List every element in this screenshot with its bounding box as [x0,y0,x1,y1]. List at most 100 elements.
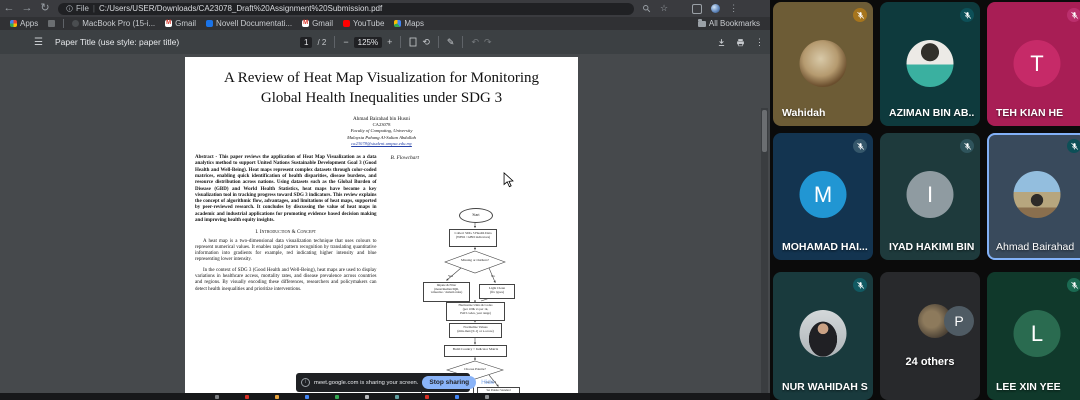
avatar: T [1014,40,1061,87]
mic-muted-icon [853,278,867,292]
youtube-favicon [343,20,350,27]
participant-tile-others[interactable]: P 24 others [880,272,980,400]
participant-tile-mohamad[interactable]: M MOHAMAD HAI... [773,133,873,260]
rotate-icon[interactable]: ⟲ [422,37,430,48]
pdf-menu-icon[interactable]: ☰ [34,37,43,48]
participant-tile-nur[interactable]: NUR WAHIDAH S... [773,272,873,400]
avatar [907,40,954,87]
pdf-toolbar: ☰ Paper Title (use style: paper title) 1… [0,30,770,54]
avatar [1014,171,1061,218]
pdf-more-icon[interactable]: ⋮ [755,37,764,48]
browser-toolbar: ← → ↻ File | C:/Users/USER/Downloads/CA2… [0,0,770,17]
others-count-label: 24 others [880,356,980,368]
participant-name: LEE XIN YEE [996,381,1061,393]
participant-name: AZIMAN BIN AB... [889,107,975,119]
avatar [800,310,847,357]
shared-screen: ← → ↻ File | C:/Users/USER/Downloads/CA2… [0,0,770,400]
flow-yes-label: Yes [448,274,453,278]
participant-tile-ahmad-active[interactable]: Ahmad Bairahad [987,133,1080,260]
zoom-level[interactable]: 125% [354,37,382,48]
author-block: Ahmad Bairahad bin Husni CA23078 Faculty… [185,116,578,147]
intro-paragraph-1: A heat map is a two-dimensional data vis… [195,239,377,264]
avatar: L [1014,310,1061,357]
print-icon[interactable] [736,38,745,47]
mic-muted-icon [1067,278,1080,292]
zoom-out-button[interactable]: − [343,37,348,47]
participant-name: MOHAMAD HAI... [782,241,868,253]
bookmark-macbook[interactable]: MacBook Pro (15-i... [72,19,155,28]
forward-icon[interactable]: → [18,0,36,17]
bookmark-gmail-2[interactable]: MGmail [302,19,333,28]
bookmark-novell[interactable]: Novell Documentati... [206,19,292,28]
bookmark-apps[interactable]: Apps [10,19,38,28]
left-column: Abstract - This paper reviews the applic… [195,155,377,297]
participant-name: Wahidah [782,107,825,119]
page-number-input[interactable]: 1 [300,37,312,48]
bookmark-gmail[interactable]: MGmail [165,19,196,28]
mic-muted-icon [853,139,867,153]
novell-favicon [206,20,213,27]
apps-grid-icon[interactable] [48,20,55,27]
meet-presentation-view: ← → ↻ File | C:/Users/USER/Downloads/CA2… [0,0,1080,400]
address-bar[interactable]: File | C:/Users/USER/Downloads/CA23078_D… [58,3,634,15]
participant-tile-lee[interactable]: L LEE XIN YEE [987,272,1080,400]
extensions-icon[interactable] [692,4,702,14]
bookmark-youtube[interactable]: YouTube [343,19,384,28]
pdf-viewer: A Review of Heat Map Visualization for M… [0,54,770,393]
flowchart-figure: Start Collect SDG 3 Health Data (WHO / G… [420,206,520,392]
download-icon[interactable] [717,38,726,47]
maps-favicon [394,20,401,27]
back-icon[interactable]: ← [0,0,18,17]
info-icon: i [301,378,310,387]
participant-name: Ahmad Bairahad [996,241,1074,253]
url-text: C:/Users/USER/Downloads/CA23078_Draft%20… [99,4,382,13]
url-scheme: File [76,4,89,13]
share-message: meet.google.com is sharing your screen. [314,380,418,386]
flow-matrix-node: Build Country × Indicator Matrix [444,345,507,357]
flow-impute-node: Impute & Filter (mean/median/IQR, winsor… [423,282,470,302]
participant-name: IYAD HAKIMI BIN... [889,241,975,253]
profile-avatar[interactable] [711,4,720,13]
reload-icon[interactable]: ↻ [36,0,54,17]
others-avatar-letter: P [944,306,974,336]
mic-muted-icon [960,139,974,153]
intro-paragraph-2: In the context of SDG 3 (Good Health and… [195,268,377,293]
bookmark-maps[interactable]: Maps [394,19,424,28]
undo-icon[interactable]: ↶ [471,37,479,48]
mic-muted-icon [960,8,974,22]
gmail-favicon: M [165,20,172,27]
flowchart-heading: B. Flowchart [391,155,569,161]
zoom-icon[interactable] [642,4,651,13]
participant-tile-wahidah[interactable]: Wahidah [773,2,873,126]
page-count: / 2 [317,38,326,47]
hide-banner-button[interactable]: Hide [481,379,494,386]
fit-page-icon[interactable] [409,37,417,47]
bookmarks-bar: Apps MacBook Pro (15-i... MGmail Novell … [0,17,770,30]
pdf-scrollbar[interactable] [761,108,768,400]
participant-grid: Wahidah AZIMAN BIN AB... T TEH KIAN HE M… [770,0,1080,400]
mouse-cursor [503,172,514,188]
participant-tile-aziman[interactable]: AZIMAN BIN AB... [880,2,980,126]
flow-start-node: Start [459,208,493,223]
apps-icon [10,20,17,27]
mic-muted-icon [1067,8,1080,22]
bookmark-star-icon[interactable]: ☆ [660,3,668,14]
participant-name: NUR WAHIDAH S... [782,381,868,393]
flow-palette-node: Choose Palette? [445,367,505,371]
paper-title: A Review of Heat Map Visualization for M… [185,68,578,108]
flow-no-label: No [491,274,495,278]
flow-collect-node: Collect SDG 3 Health Data (WHO / GBD ind… [449,229,497,247]
avatar: M [800,171,847,218]
stop-sharing-button[interactable]: Stop sharing [422,376,476,389]
participant-tile-teh[interactable]: T TEH KIAN HE [987,2,1080,126]
folder-icon [698,21,706,27]
browser-menu-icon[interactable]: ⋮ [729,3,738,14]
gmail-favicon: M [302,20,309,27]
mic-muted-icon [853,8,867,22]
participant-tile-iyad[interactable]: I IYAD HAKIMI BIN... [880,133,980,260]
annotate-pen-icon[interactable]: ✎ [447,37,455,48]
all-bookmarks-button[interactable]: All Bookmarks [698,19,760,28]
pdf-document-title: Paper Title (use style: paper title) [55,37,179,47]
redo-icon[interactable]: ↷ [484,37,492,48]
zoom-in-button[interactable]: + [387,37,392,47]
